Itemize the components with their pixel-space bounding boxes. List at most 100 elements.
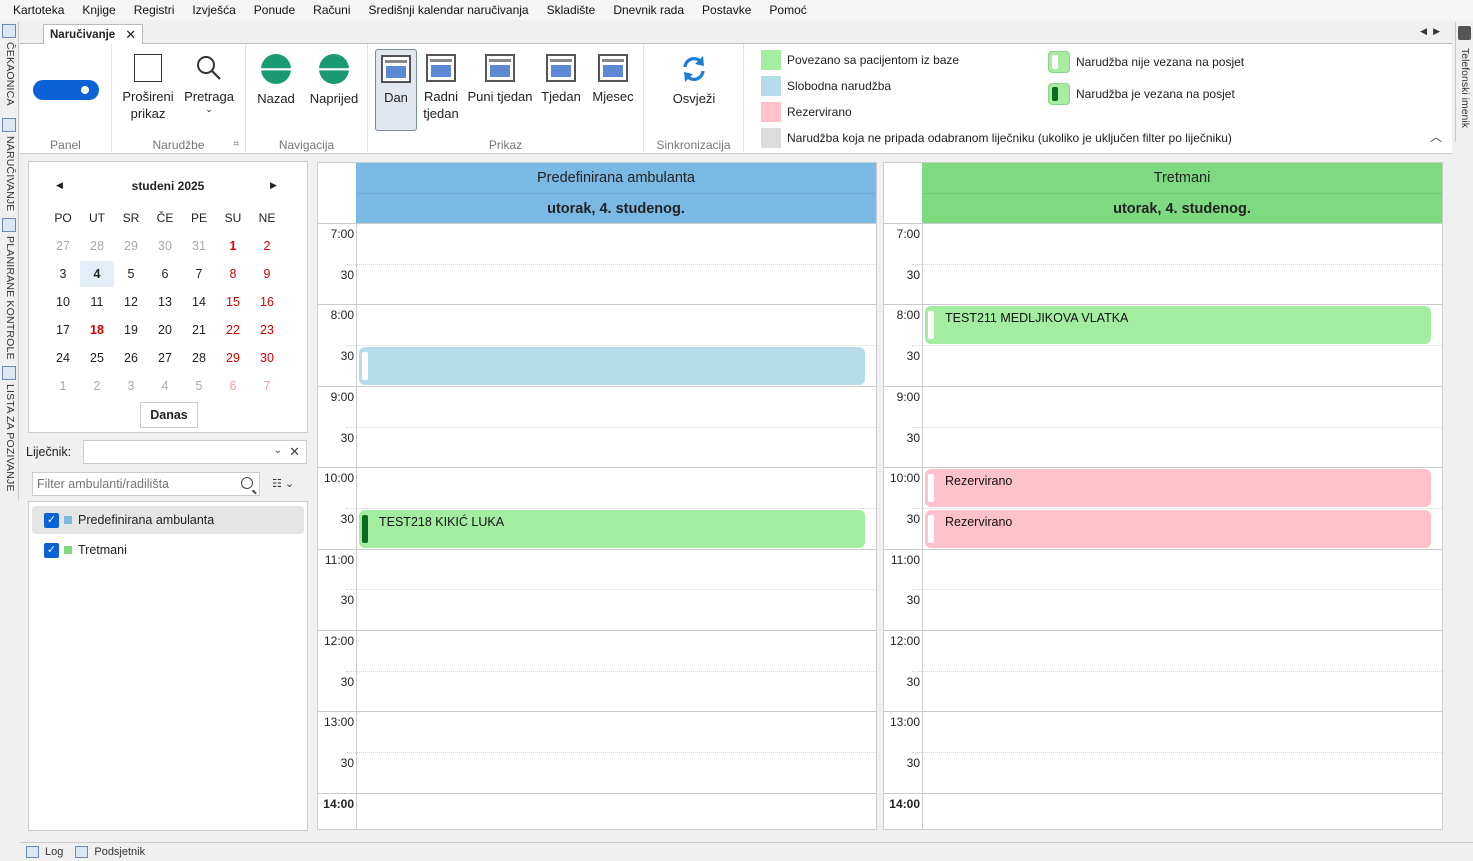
appointment[interactable]: TEST218 KIKIĆ LUKA: [359, 509, 865, 548]
calendar-day[interactable]: 7: [250, 373, 284, 399]
today-button[interactable]: Danas: [140, 402, 198, 428]
next-month-icon[interactable]: ▶: [270, 180, 277, 191]
arrow-right-icon[interactable]: ▶: [1433, 26, 1446, 36]
calendar-day[interactable]: 9: [250, 261, 284, 287]
calendar-day[interactable]: 28: [182, 345, 216, 371]
tab-narucivanje[interactable]: Naručivanje ✕: [43, 24, 144, 44]
clear-icon[interactable]: ✕: [289, 444, 300, 460]
tab-podsjetnik[interactable]: Podsjetnik: [75, 846, 145, 858]
pretraga-button[interactable]: Pretraga ⌄: [180, 54, 238, 114]
appointment[interactable]: [359, 347, 865, 385]
calendar-day[interactable]: 11: [80, 289, 114, 315]
slot-area[interactable]: TEST211 MEDLJIKOVA VLATKA Rezervirano Reze…: [923, 223, 1442, 829]
calendar-day[interactable]: 31: [182, 233, 216, 259]
calendar-day[interactable]: 30: [148, 233, 182, 259]
menu-pomoc[interactable]: Pomoć: [760, 0, 815, 20]
menu-knjige[interactable]: Knjige: [73, 0, 124, 20]
chevron-down-icon[interactable]: ⌄: [274, 445, 282, 456]
calendar-day[interactable]: 27: [148, 345, 182, 371]
mjesec-button[interactable]: Mjesec: [588, 54, 638, 105]
checkbox-checked-icon[interactable]: ✓: [44, 542, 59, 558]
calendar-day[interactable]: 7: [182, 261, 216, 287]
nazad-button[interactable]: 🡐 Nazad: [252, 54, 300, 107]
menu-skladiste[interactable]: Skladište: [538, 0, 605, 20]
calendar-day[interactable]: 10: [46, 289, 80, 315]
calendar-day[interactable]: 19: [114, 317, 148, 343]
calendar-day[interactable]: 3: [46, 261, 80, 287]
filter-input[interactable]: [33, 473, 223, 495]
time-tick: [346, 345, 356, 347]
calendar-day[interactable]: 21: [182, 317, 216, 343]
calendar-day[interactable]: 28: [80, 233, 114, 259]
tjedan-button[interactable]: Tjedan: [538, 54, 584, 105]
menu-postavke[interactable]: Postavke: [693, 0, 760, 20]
calendar-day[interactable]: 24: [46, 345, 80, 371]
menu-izvjesca[interactable]: Izvješća: [183, 0, 244, 20]
calendar-day[interactable]: 8: [216, 261, 250, 287]
calendar-day[interactable]: 5: [182, 373, 216, 399]
appointment[interactable]: TEST211 MEDLJIKOVA VLATKA: [925, 306, 1431, 345]
vtab-narucivanje[interactable]: NARUČIVANJE: [0, 118, 18, 218]
checkbox-checked-icon[interactable]: ✓: [44, 512, 59, 528]
radni-tjedan-button[interactable]: Radni tjedan: [420, 54, 462, 122]
vtab-planirane-kontrole[interactable]: PLANIRANE KONTROLE: [0, 218, 18, 366]
calendar-day[interactable]: 16: [250, 289, 284, 315]
calendar-day[interactable]: 14: [182, 289, 216, 315]
prosireni-prikaz-button[interactable]: Prošireni prikaz: [118, 54, 178, 122]
calendar-day[interactable]: 13: [148, 289, 182, 315]
vtab-lista-za-pozivanje[interactable]: LISTA ZA POZIVANJE: [0, 366, 18, 498]
time-tick: [884, 548, 922, 550]
calendar-day[interactable]: 12: [114, 289, 148, 315]
calendar-day[interactable]: 17: [46, 317, 80, 343]
filter-field[interactable]: [32, 472, 260, 496]
calendar-day[interactable]: 5: [114, 261, 148, 287]
calendar-day[interactable]: 25: [80, 345, 114, 371]
list-options-icon[interactable]: ☷ ⌄: [272, 477, 294, 490]
menu-kartoteka[interactable]: Kartoteka: [4, 0, 73, 20]
menu-dnevnik-rada[interactable]: Dnevnik rada: [604, 0, 693, 20]
calendar-day[interactable]: 6: [148, 261, 182, 287]
appointment[interactable]: Rezervirano: [925, 509, 1431, 548]
menu-registri[interactable]: Registri: [125, 0, 184, 20]
calendar-day[interactable]: 6: [216, 373, 250, 399]
calendar-day[interactable]: 26: [114, 345, 148, 371]
calendar-day[interactable]: 30: [250, 345, 284, 371]
osvjezi-button[interactable]: Osvježi: [664, 54, 724, 107]
calendar-day[interactable]: 2: [250, 233, 284, 259]
menu-ponude[interactable]: Ponude: [245, 0, 304, 20]
appointment[interactable]: Rezervirano: [925, 469, 1431, 507]
doctor-select[interactable]: ⌄ ✕: [83, 440, 307, 464]
calendar-day[interactable]: 2: [80, 373, 114, 399]
calendar-day[interactable]: 3: [114, 373, 148, 399]
calendar-day[interactable]: 18: [80, 317, 114, 343]
search-icon[interactable]: [241, 477, 253, 489]
calendar-day[interactable]: 20: [148, 317, 182, 343]
dan-button[interactable]: Dan: [375, 49, 417, 131]
calendar-day[interactable]: 4: [148, 373, 182, 399]
tab-log[interactable]: Log: [26, 846, 63, 858]
calendar-day[interactable]: 4: [80, 261, 114, 287]
calendar-day[interactable]: 1: [46, 373, 80, 399]
calendar-day[interactable]: 22: [216, 317, 250, 343]
calendar-day[interactable]: 27: [46, 233, 80, 259]
calendar-day[interactable]: 23: [250, 317, 284, 343]
calendar-day[interactable]: 15: [216, 289, 250, 315]
vtab-cekaonica[interactable]: ČEKAONICA: [0, 24, 18, 118]
naprijed-button[interactable]: 🡒 Naprijed: [304, 54, 364, 107]
collapse-ribbon-icon[interactable]: ︿: [1430, 128, 1442, 145]
calendar-day[interactable]: 1: [216, 233, 250, 259]
resource-item[interactable]: ✓ Predefinirana ambulanta: [32, 506, 304, 534]
panel-toggle[interactable]: [33, 80, 99, 100]
menu-sredisnji-kalendar[interactable]: Središnji kalendar naručivanja: [360, 0, 538, 20]
resource-item[interactable]: ✓ Tretmani: [32, 536, 304, 564]
slot-area[interactable]: TEST218 KIKIĆ LUKA: [357, 223, 876, 829]
calendar-day[interactable]: 29: [114, 233, 148, 259]
arrow-left-icon[interactable]: ◀: [1420, 26, 1433, 36]
tab-scroll-arrows[interactable]: ◀▶: [1420, 26, 1446, 37]
calendar-day[interactable]: 29: [216, 345, 250, 371]
group-launcher-icon[interactable]: ⌗: [233, 139, 239, 150]
puni-tjedan-button[interactable]: Puni tjedan: [466, 54, 534, 105]
menu-racuni[interactable]: Računi: [304, 0, 359, 20]
close-icon[interactable]: ✕: [125, 27, 136, 43]
vtab-telefonski-imenik[interactable]: Telefonski imenik: [1455, 22, 1473, 142]
